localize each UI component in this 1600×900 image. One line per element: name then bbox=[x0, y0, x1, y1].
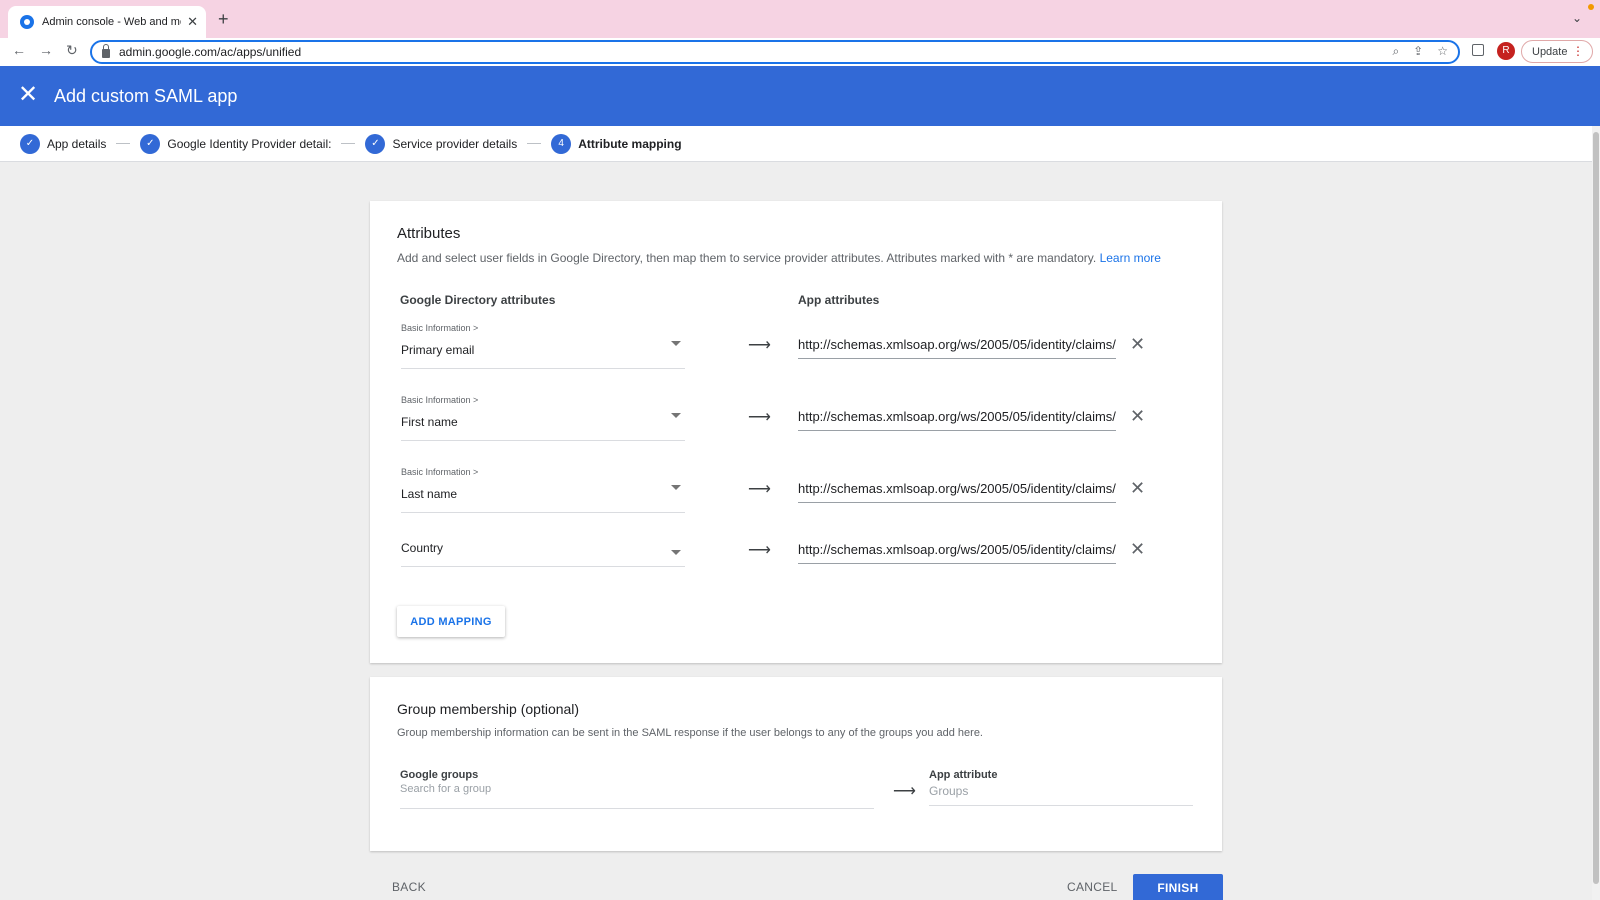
cancel-button[interactable]: CANCEL bbox=[1067, 880, 1117, 894]
attributes-description: Add and select user fields in Google Dir… bbox=[397, 251, 1161, 265]
directory-attribute-dropdown[interactable]: Basic Information > Last name bbox=[401, 467, 685, 513]
step-attribute-mapping[interactable]: 4 Attribute mapping bbox=[551, 133, 682, 154]
description-text: Add and select user fields in Google Dir… bbox=[397, 251, 1097, 265]
page-scrollbar[interactable] bbox=[1592, 126, 1600, 900]
check-icon: ✓ bbox=[140, 133, 161, 154]
step-connector bbox=[116, 143, 131, 144]
update-button[interactable]: Update ⋮ bbox=[1521, 40, 1593, 63]
dropdown-value: First name bbox=[401, 415, 458, 429]
app-attribute-input[interactable]: http://schemas.xmlsoap.org/ws/2005/05/id… bbox=[798, 337, 1116, 359]
step-connector bbox=[341, 143, 356, 144]
step-idp-details[interactable]: ✓ Google Identity Provider detail: bbox=[140, 133, 332, 154]
step-service-provider-details[interactable]: ✓ Service provider details bbox=[365, 133, 518, 154]
notification-dot-icon bbox=[1588, 4, 1594, 10]
directory-attribute-dropdown[interactable]: Basic Information > Primary email bbox=[401, 323, 685, 369]
step-connector bbox=[527, 143, 542, 144]
dropdown-arrow-icon bbox=[671, 550, 681, 555]
back-button[interactable]: BACK bbox=[392, 880, 426, 894]
app-header: ✕ Add custom SAML app bbox=[0, 66, 1600, 126]
app-attributes-header: App attributes bbox=[798, 293, 880, 307]
directory-attributes-header: Google Directory attributes bbox=[400, 293, 556, 307]
app-attribute-input[interactable]: http://schemas.xmlsoap.org/ws/2005/05/id… bbox=[798, 409, 1116, 431]
url-text: admin.google.com/ac/apps/unified bbox=[119, 45, 302, 59]
mapping-arrow-icon: ⟶ bbox=[748, 337, 771, 354]
scrollbar-thumb[interactable] bbox=[1593, 132, 1599, 884]
admin-console-favicon-icon bbox=[20, 15, 34, 29]
app-attribute-input[interactable]: http://schemas.xmlsoap.org/ws/2005/05/id… bbox=[798, 481, 1116, 503]
page-title: Add custom SAML app bbox=[54, 86, 238, 106]
lock-icon[interactable] bbox=[102, 43, 110, 58]
dropdown-category: Basic Information > bbox=[401, 323, 479, 333]
dropdown-arrow-icon bbox=[671, 413, 681, 418]
delete-mapping-icon[interactable]: ✕ bbox=[1130, 334, 1145, 355]
stepper: ✓ App details ✓ Google Identity Provider… bbox=[0, 126, 1592, 162]
step-label: Google Identity Provider detail: bbox=[167, 136, 332, 151]
step-label: Attribute mapping bbox=[578, 136, 682, 151]
mapping-arrow-icon: ⟶ bbox=[748, 481, 771, 498]
check-icon: ✓ bbox=[365, 133, 386, 154]
mapping-arrow-icon: ⟶ bbox=[748, 409, 771, 426]
step-number: 4 bbox=[551, 133, 572, 154]
side-panel-icon[interactable] bbox=[1472, 44, 1484, 56]
browser-tab-bar: Admin console - Web and mob ✕ + ⌄ bbox=[0, 0, 1600, 38]
step-app-details[interactable]: ✓ App details bbox=[20, 133, 107, 154]
step-label: Service provider details bbox=[392, 136, 518, 151]
app-attribute-input[interactable]: http://schemas.xmlsoap.org/ws/2005/05/id… bbox=[798, 542, 1116, 564]
finish-button[interactable]: FINISH bbox=[1133, 874, 1223, 900]
dropdown-arrow-icon bbox=[671, 341, 681, 346]
check-icon: ✓ bbox=[20, 133, 40, 154]
add-mapping-button[interactable]: ADD MAPPING bbox=[397, 606, 505, 637]
directory-attribute-dropdown[interactable]: Country bbox=[401, 529, 685, 567]
groups-app-attribute-input[interactable]: Groups bbox=[929, 784, 1193, 806]
dropdown-value: Country bbox=[401, 541, 444, 555]
share-icon[interactable]: ⇪ bbox=[1413, 44, 1423, 59]
address-bar[interactable]: admin.google.com/ac/apps/unified ⌕ ⇪ ☆ bbox=[90, 40, 1460, 64]
group-membership-description: Group membership information can be sent… bbox=[397, 727, 983, 739]
dropdown-category: Basic Information > bbox=[401, 467, 479, 477]
new-tab-icon[interactable]: + bbox=[218, 9, 229, 30]
dropdown-value: Last name bbox=[401, 487, 458, 501]
back-arrow-icon[interactable]: ← bbox=[12, 42, 26, 58]
step-label: App details bbox=[47, 136, 107, 151]
browser-tab[interactable]: Admin console - Web and mob ✕ bbox=[8, 6, 206, 38]
more-menu-icon: ⋮ bbox=[1572, 44, 1584, 58]
mapping-arrow-icon: ⟶ bbox=[748, 542, 771, 559]
close-icon[interactable]: ✕ bbox=[18, 80, 38, 109]
directory-attribute-dropdown[interactable]: Basic Information > First name bbox=[401, 395, 685, 441]
attributes-title: Attributes bbox=[397, 225, 461, 242]
profile-avatar[interactable]: R bbox=[1497, 42, 1515, 60]
tab-close-icon[interactable]: ✕ bbox=[187, 14, 198, 30]
delete-mapping-icon[interactable]: ✕ bbox=[1130, 406, 1145, 427]
attributes-card: Attributes Add and select user fields in… bbox=[370, 201, 1222, 663]
delete-mapping-icon[interactable]: ✕ bbox=[1130, 539, 1145, 560]
app-attribute-header: App attribute bbox=[929, 769, 998, 781]
learn-more-link[interactable]: Learn more bbox=[1100, 251, 1161, 265]
reload-icon[interactable]: ↻ bbox=[66, 42, 78, 59]
group-membership-card: Group membership (optional) Group member… bbox=[370, 677, 1222, 851]
forward-arrow-icon[interactable]: → bbox=[39, 42, 53, 58]
dropdown-value: Primary email bbox=[401, 343, 475, 357]
tab-search-chevron-icon[interactable]: ⌄ bbox=[1572, 11, 1582, 25]
delete-mapping-icon[interactable]: ✕ bbox=[1130, 478, 1145, 499]
dropdown-arrow-icon bbox=[671, 485, 681, 490]
bookmark-star-icon[interactable]: ☆ bbox=[1437, 44, 1448, 59]
group-membership-title: Group membership (optional) bbox=[397, 701, 580, 717]
browser-toolbar: ← → ↻ admin.google.com/ac/apps/unified ⌕… bbox=[0, 38, 1600, 66]
zoom-search-icon[interactable]: ⌕ bbox=[1392, 44, 1399, 59]
tab-title: Admin console - Web and mob bbox=[42, 16, 182, 28]
dropdown-category: Basic Information > bbox=[401, 395, 479, 405]
group-search-input[interactable]: Search for a group bbox=[400, 783, 874, 809]
mapping-arrow-icon: ⟶ bbox=[893, 783, 916, 800]
update-label: Update bbox=[1532, 45, 1568, 58]
google-groups-header: Google groups bbox=[400, 769, 479, 781]
